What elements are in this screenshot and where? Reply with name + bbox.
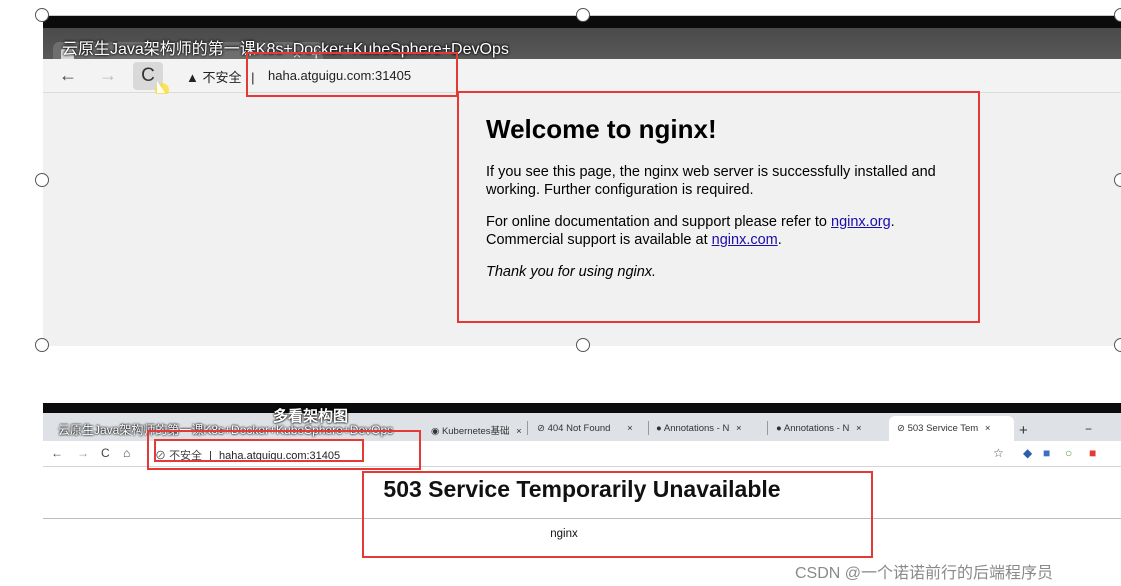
tab-close-icon[interactable]: × (736, 423, 742, 434)
forward-icon[interactable]: → (77, 446, 89, 460)
tab-label: 404 Not Found (547, 423, 611, 434)
tab-label: Annotations - N (663, 423, 730, 434)
tab-close-icon[interactable]: × (627, 423, 633, 434)
resize-handle-top-middle[interactable] (576, 8, 590, 22)
csdn-watermark: CSDN @一个诺诺前行的后端程序员 (795, 565, 1054, 582)
extension-icon[interactable]: ○ (1065, 446, 1072, 460)
content-annotation-box-bottom (362, 471, 873, 558)
banner-overlay: 多看架构图 (273, 408, 349, 425)
resize-handle-top-right[interactable] (1114, 8, 1121, 22)
tab-annotations-1[interactable]: ● Annotations - N × (656, 416, 742, 441)
forward-icon[interactable]: → (99, 65, 117, 86)
url-annotation-box-bottom-inner (154, 439, 364, 462)
mouse-cursor-icon (157, 81, 165, 93)
top-browser-toolbar: ← → C ▲ 不安全 | haha.atguigu.com:31405 (43, 59, 1121, 97)
url-annotation-box-top (246, 52, 458, 97)
tab-separator (767, 421, 768, 435)
new-tab-icon[interactable]: + (1019, 422, 1028, 439)
back-icon[interactable]: ← (51, 446, 63, 460)
tab-separator (648, 421, 649, 435)
extension-icon[interactable]: ◆ (1023, 446, 1032, 460)
reload-icon[interactable]: C (101, 446, 110, 460)
tab-close-icon[interactable]: × (856, 423, 862, 434)
extension-icon[interactable]: ■ (1043, 446, 1050, 460)
content-annotation-box-top (457, 91, 980, 323)
screenshot-canvas: × + ← → C ▲ 不安全 | haha.atguigu.com:31405… (0, 0, 1121, 586)
security-warning[interactable]: ▲ 不安全 | (186, 67, 255, 86)
resize-handle-bottom-middle[interactable] (576, 338, 590, 352)
resize-handle-bottom-right[interactable] (1114, 338, 1121, 352)
resize-handle-top-left[interactable] (35, 8, 49, 22)
tab-503-active[interactable]: ⊘ 503 Service Tem × (889, 416, 1014, 441)
extension-icon[interactable]: ■ (1089, 446, 1096, 460)
tab-label: Kubernetes基础 (441, 426, 510, 437)
tab-favicon-icon: ◉ (431, 426, 442, 437)
github-icon: ● (776, 423, 784, 434)
tab-label: 503 Service Tem (907, 423, 979, 434)
tab-404[interactable]: ⊘ 404 Not Found × (537, 416, 633, 441)
home-icon[interactable]: ⌂ (123, 446, 130, 460)
back-icon[interactable]: ← (59, 65, 77, 86)
resize-handle-bottom-left[interactable] (35, 338, 49, 352)
minimize-icon[interactable]: − (1085, 422, 1092, 436)
tab-separator (527, 421, 528, 435)
globe-icon: ⊘ (897, 423, 908, 434)
resize-handle-middle-left[interactable] (35, 173, 49, 187)
globe-icon: ⊘ (537, 423, 548, 434)
github-icon: ● (656, 423, 664, 434)
tab-kubernetes[interactable]: ◉ Kubernetes基础 × (431, 416, 522, 441)
tab-close-icon[interactable]: × (516, 426, 522, 437)
video-top-bar-bottom (43, 403, 1121, 413)
tab-annotations-2[interactable]: ● Annotations - N × (776, 416, 862, 441)
warning-triangle-icon: ▲ (186, 70, 199, 85)
tab-close-icon[interactable]: × (985, 423, 991, 434)
tab-label: Annotations - N (783, 423, 850, 434)
security-label: 不安全 (202, 70, 242, 85)
resize-handle-middle-right[interactable] (1114, 173, 1121, 187)
bookmark-star-icon[interactable]: ☆ (993, 446, 1004, 460)
